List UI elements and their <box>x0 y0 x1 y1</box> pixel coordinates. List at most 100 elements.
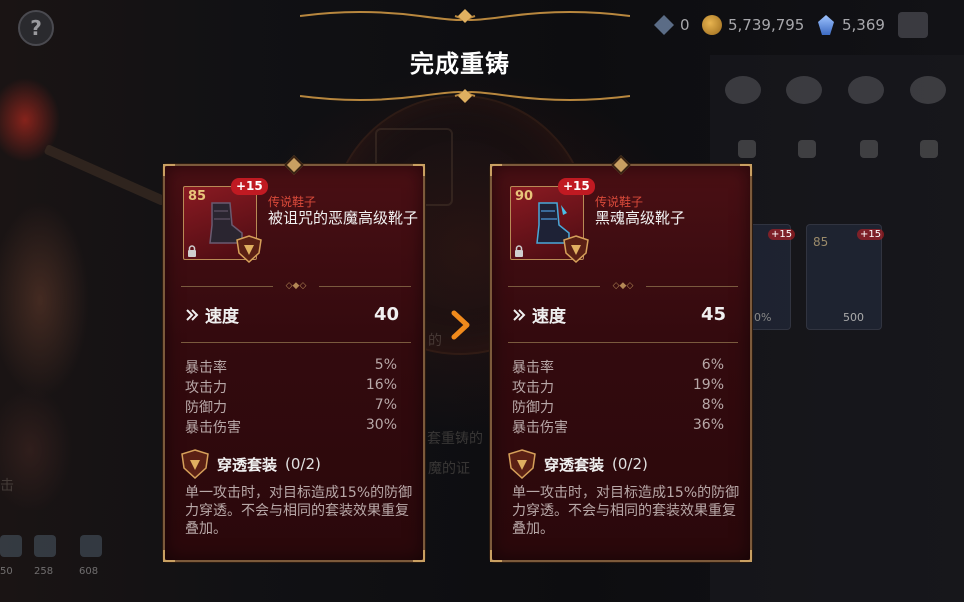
sub-stat-row: 防御力 7% <box>185 397 397 417</box>
sub-stat-label: 防御力 <box>185 400 227 416</box>
double-chevron-icon <box>513 308 526 321</box>
main-stat-name: 速度 <box>205 307 239 327</box>
card-corner <box>163 550 175 562</box>
main-stat-value: 45 <box>700 304 726 325</box>
item-type: 传说鞋子 <box>595 195 644 209</box>
card-corner <box>413 164 425 176</box>
main-stat-label: 速度 <box>512 302 566 327</box>
currency-value: 5,369 <box>842 16 885 34</box>
inventory-bag-icon[interactable] <box>898 12 928 38</box>
ghost-text: 的 <box>428 333 442 349</box>
sub-stat-label: 暴击伤害 <box>512 420 568 436</box>
tab-dragon-icon[interactable] <box>725 76 761 104</box>
inventory-plus-badge: +15 <box>857 229 885 240</box>
set-count: (0/2) <box>285 455 321 473</box>
sub-stats: 暴击率 6% 攻击力 19% 防御力 8% 暴击伤害 36% <box>512 357 724 437</box>
item-name: 被诅咒的恶魔高级靴子 <box>268 209 419 227</box>
sub-stat-label: 暴击率 <box>185 360 227 376</box>
sub-stat-value: 16% <box>365 377 397 393</box>
ghost-text: 魔的证 <box>428 461 470 477</box>
filter-armor-icon[interactable] <box>860 140 878 158</box>
divider <box>508 342 738 343</box>
material-item[interactable] <box>0 535 22 557</box>
penetration-set-icon <box>508 449 536 479</box>
sub-stat-row: 暴击率 5% <box>185 357 397 377</box>
sub-stat-row: 攻击力 19% <box>512 377 724 397</box>
ghost-text: 击 <box>0 478 14 494</box>
card-corner <box>740 550 752 562</box>
material-count: 608 <box>79 566 99 577</box>
item-icon-box[interactable]: 90 <box>510 186 589 263</box>
sub-stats: 暴击率 5% 攻击力 16% 防御力 7% 暴击伤害 30% <box>185 357 397 437</box>
set-description: 单一攻击时，对目标造成15%的防御力穿透。不会与相同的套装效果重复叠加。 <box>512 485 740 537</box>
filter-helmet-icon[interactable] <box>798 140 816 158</box>
lock-icon <box>188 245 196 257</box>
gem-icon <box>654 15 674 35</box>
material-count: 50 <box>0 566 13 577</box>
tab-demon-icon[interactable] <box>910 76 946 104</box>
material-item[interactable] <box>34 535 56 557</box>
banner-ornament-top <box>300 9 630 23</box>
currency-value: 5,739,795 <box>728 16 805 34</box>
sub-stat-label: 防御力 <box>512 400 554 416</box>
filter-necklace-icon[interactable] <box>920 140 938 158</box>
sub-stat-row: 暴击伤害 36% <box>512 417 724 437</box>
crystal-icon <box>818 15 834 35</box>
item-card-after: 90 +15 传说鞋子 黑魂高级靴子 ◇◆◇ 速度 45 暴击率 6% 攻击力 19 <box>490 155 752 562</box>
arrow-right-icon <box>451 310 470 340</box>
card-corner <box>490 550 502 562</box>
sub-stat-label: 暴击伤害 <box>185 420 241 436</box>
set-count: (0/2) <box>612 455 648 473</box>
main-stat-label: 速度 <box>185 302 239 327</box>
help-button[interactable]: ? <box>18 10 54 46</box>
sub-stat-value: 8% <box>701 397 724 413</box>
character-art <box>0 30 150 510</box>
penetration-set-icon <box>563 235 589 263</box>
divider-ornament: ◇◆◇ <box>600 282 646 291</box>
tab-claw-icon[interactable] <box>786 76 822 104</box>
set-row: 穿透套装 (0/2) <box>181 449 321 479</box>
inventory-card-level: 85 <box>813 235 829 249</box>
ghost-text: 套重铸的 <box>427 431 483 447</box>
sub-stat-label: 攻击力 <box>512 380 554 396</box>
sub-stat-value: 6% <box>701 357 724 373</box>
item-card-before: 85 +15 传说鞋子 被诅咒的恶魔高级靴子 ◇◆◇ 速度 40 暴击率 5% 攻… <box>163 155 425 562</box>
sub-stat-value: 5% <box>374 357 397 373</box>
material-item[interactable] <box>80 535 102 557</box>
sub-stat-value: 36% <box>692 417 724 433</box>
sub-stat-label: 暴击率 <box>512 360 554 376</box>
item-type: 传说鞋子 <box>268 195 317 209</box>
penetration-set-icon <box>236 235 262 263</box>
divider-ornament: ◇◆◇ <box>273 282 319 291</box>
card-corner <box>740 164 752 176</box>
item-name: 黑魂高级靴子 <box>595 209 686 227</box>
lock-icon <box>515 245 523 257</box>
card-corner <box>163 164 175 176</box>
set-description: 单一攻击时，对目标造成15%的防御力穿透。不会与相同的套装效果重复叠加。 <box>185 485 413 537</box>
tab-head-icon[interactable] <box>848 76 884 104</box>
item-icon-box[interactable]: 85 <box>183 186 262 263</box>
currency-crystal: 5,369 <box>816 15 885 35</box>
set-row: 穿透套装 (0/2) <box>508 449 648 479</box>
penetration-set-icon <box>181 449 209 479</box>
sub-stat-label: 攻击力 <box>185 380 227 396</box>
main-stat-name: 速度 <box>532 307 566 327</box>
enhance-badge: +15 <box>558 178 595 195</box>
enhance-badge: +15 <box>231 178 268 195</box>
filter-weapon-icon[interactable] <box>738 140 756 158</box>
sub-stat-value: 7% <box>374 397 397 413</box>
set-name: 穿透套装 <box>544 455 605 474</box>
currency-gold: 5,739,795 <box>702 15 804 35</box>
main-stat-row: 速度 45 <box>512 302 726 327</box>
page-title: 完成重铸 <box>410 50 510 78</box>
sub-stat-row: 攻击力 16% <box>185 377 397 397</box>
inventory-card[interactable]: 85 500 +15 <box>806 224 885 330</box>
material-count: 258 <box>34 566 54 577</box>
inventory-card-stat: 500 <box>843 311 864 324</box>
sub-stat-row: 防御力 8% <box>512 397 724 417</box>
divider <box>181 342 411 343</box>
sub-stat-value: 30% <box>365 417 397 433</box>
inventory-card-stat: 0% <box>754 311 772 324</box>
banner-ornament-bottom <box>300 89 630 103</box>
card-corner <box>490 164 502 176</box>
